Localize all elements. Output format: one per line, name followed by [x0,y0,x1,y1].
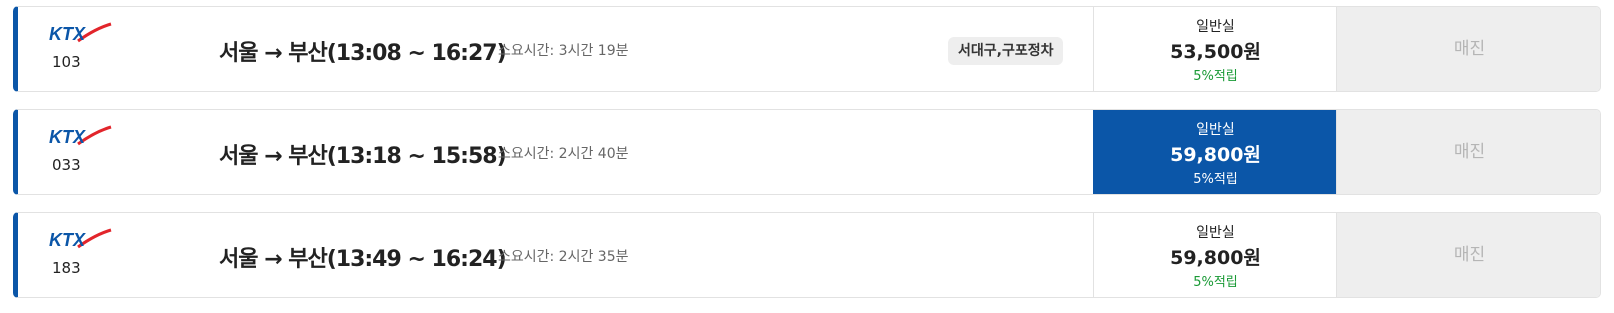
travel-duration: 소요시간: 2시간 35분 [498,249,629,265]
general-seat-fare-button[interactable]: 일반실 59,800원 5%적립 [1093,110,1337,194]
fare-price: 59,800원 [1170,247,1261,269]
route-time: 서울 → 부산(13:08 ~ 16:27) [219,41,507,66]
fare-class-label: 일반실 [1196,225,1235,241]
route-time: 서울 → 부산(13:49 ~ 16:24) [219,247,507,272]
train-info: KTX 033 [48,124,148,174]
special-seat-soldout: 매진 [1336,110,1600,194]
train-info: KTX 103 [48,21,148,71]
train-row: KTX 103 서울 → 부산(13:08 ~ 16:27) 소요시간: 3시간… [13,6,1601,92]
svg-text:KTX: KTX [49,127,86,147]
train-row: KTX 033 서울 → 부산(13:18 ~ 15:58) 소요시간: 2시간… [13,109,1601,195]
fare-points: 5%적립 [1193,275,1238,290]
travel-duration: 소요시간: 3시간 19분 [498,43,629,59]
stop-badge: 서대구,구포정차 [948,37,1064,65]
special-seat-soldout: 매진 [1336,7,1600,91]
ktx-logo-icon: KTX [49,125,112,147]
train-number: 183 [52,259,81,277]
train-result-list: KTX 103 서울 → 부산(13:08 ~ 16:27) 소요시간: 3시간… [0,0,1614,313]
svg-text:KTX: KTX [49,24,86,44]
fare-price: 59,800원 [1170,144,1261,166]
train-row: KTX 183 서울 → 부산(13:49 ~ 16:24) 소요시간: 2시간… [13,212,1601,298]
fare-class-label: 일반실 [1196,122,1235,138]
route-time: 서울 → 부산(13:18 ~ 15:58) [219,144,507,169]
travel-duration: 소요시간: 2시간 40분 [498,146,629,162]
train-number: 033 [52,156,81,174]
train-info: KTX 183 [48,227,148,277]
fare-class-label: 일반실 [1196,19,1235,35]
svg-text:KTX: KTX [49,230,86,250]
ktx-logo-icon: KTX [49,228,112,250]
general-seat-fare-button[interactable]: 일반실 59,800원 5%적립 [1093,213,1337,297]
ktx-logo-icon: KTX [49,22,112,44]
fare-points: 5%적립 [1193,69,1238,84]
fare-price: 53,500원 [1170,41,1261,63]
fare-points: 5%적립 [1193,172,1238,187]
train-number: 103 [52,53,81,71]
special-seat-soldout: 매진 [1336,213,1600,297]
general-seat-fare-button[interactable]: 일반실 53,500원 5%적립 [1093,7,1337,91]
